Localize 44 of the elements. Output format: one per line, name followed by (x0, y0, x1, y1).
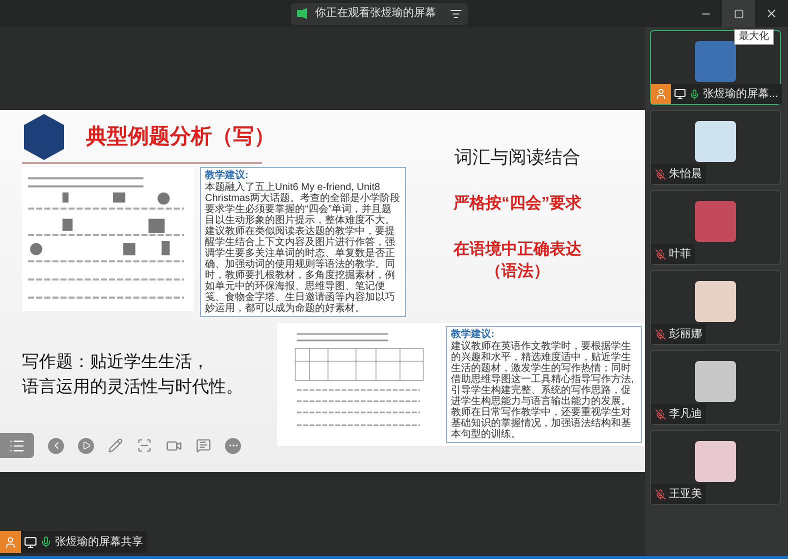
speaker-icon (297, 8, 309, 19)
play-icon (82, 441, 90, 450)
participant-tile[interactable]: 王亚美 (650, 430, 781, 505)
participant-name: 彭丽娜 (669, 326, 702, 342)
host-badge-icon (0, 531, 21, 553)
suggestion-heading: 教学建议: (205, 170, 250, 182)
play-button[interactable] (78, 438, 94, 454)
participant-name: 王亚美 (669, 486, 702, 502)
presenter-name: 张煜瑜的屏幕共享 (55, 534, 143, 550)
slide-point: 在语境中正确表达 (454, 239, 582, 260)
menu-icon[interactable] (450, 8, 462, 20)
participant-tile[interactable]: 朱怡晨 (650, 110, 781, 185)
participant-name: 叶菲 (669, 246, 691, 262)
writing-point: 语言运用的灵活性与时代性。 (22, 376, 244, 398)
tooltip: 最大化 (734, 29, 774, 45)
participant-tile[interactable]: 李凡迪 (650, 350, 781, 425)
comment-icon[interactable] (196, 438, 211, 453)
pencil-icon[interactable] (108, 438, 123, 453)
more-button[interactable] (225, 438, 241, 454)
participant-tile[interactable]: 彭丽娜 (650, 270, 781, 345)
screen-share-icon (674, 88, 686, 100)
participant-name: 朱怡晨 (669, 166, 702, 182)
suggestion-text: 本题融入了五上Unit6 My e-friend, Unit8 Christmas两大话题。考查的全部是小学阶段要求学生必须要掌握的“四会”单词，并且题目以生动形象的图片提示，整体难度不大。建议教师在类似阅读表达题的教学中，要提醒学生结合上下文内容及图片进行作答，强调学生要多关注单词的时态、单复数是否正确、加强动词的使用规则等语法的教学。同时，教师要扎根教材，多角度挖掘素材，例如单元中的环保海报、思维导图、笔记便笺、食物金字塔、生日邀请函等内容加以巧妙运用，都可以成为命题的好素材。 (205, 182, 401, 314)
list-icon (9, 438, 25, 454)
focus-icon[interactable] (137, 438, 152, 453)
hexagon-logo-icon (22, 113, 66, 161)
host-badge-icon (651, 84, 671, 104)
screen-share-icon (24, 536, 37, 548)
slide-title: 典型例题分析（写） (86, 124, 275, 150)
slide-point: （语法） (486, 262, 550, 282)
suggestion-text: 建议教师在英语作文教学时，要根据学生的兴趣和水平，精选难度适中，贴近学生生活的题材，激发学生的写作热情；同时借助思维导图这一工具精心指导写作方法,引导学生构建完整、系统的写作思路，促进学生构思能力与语言输出能力的发展。教师在日常写作教学中，还要重视学生对基础知识的掌握情况，加强语法结构和基本句型的训练。 (451, 341, 635, 440)
maximize-icon (734, 8, 744, 18)
mic-icon (40, 536, 52, 548)
slide-point: 词汇与阅读结合 (454, 146, 580, 169)
back-button[interactable] (48, 438, 64, 454)
suggestion-heading: 教学建议: (451, 329, 496, 340)
list-button[interactable] (0, 433, 34, 458)
slide-point: 严格按“四会”要求 (454, 194, 582, 214)
participant-tile[interactable]: 叶菲 (650, 190, 781, 265)
writing-point: 写作题：贴近学生生活， (22, 351, 210, 373)
sharing-text: 你正在观看张煜瑜的屏幕 (315, 6, 436, 22)
participant-name: 李凡迪 (669, 406, 702, 422)
close-icon (765, 7, 778, 20)
participant-name: 张煜瑜的屏幕... (703, 86, 778, 102)
